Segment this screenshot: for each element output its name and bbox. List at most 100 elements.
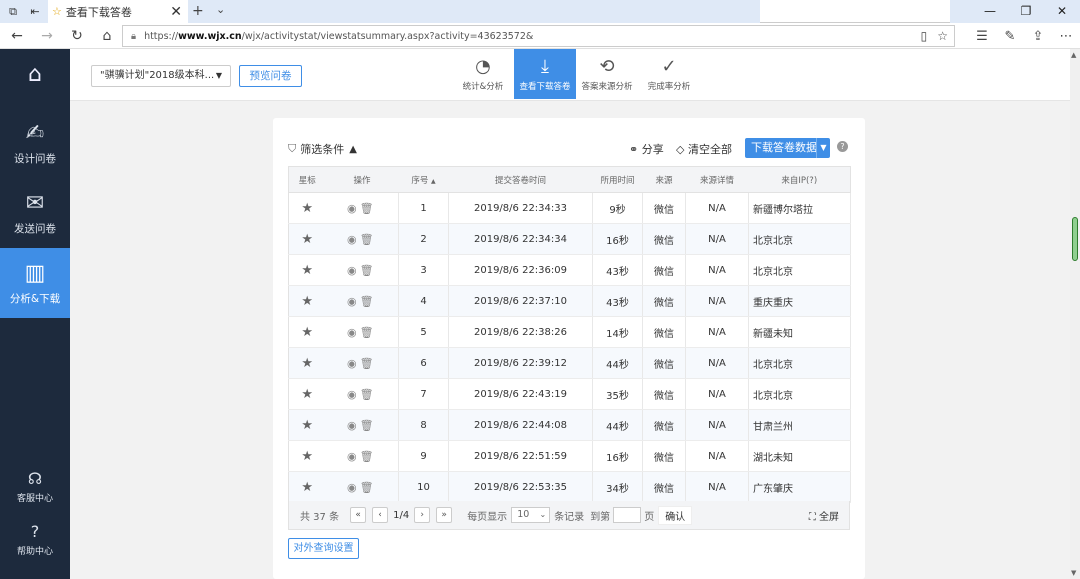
cell-duration: 16秒 (592, 223, 643, 255)
maximize-icon[interactable]: ❐ (1008, 0, 1044, 23)
star-icon[interactable]: ★ (288, 347, 326, 379)
back-icon[interactable]: ← (4, 28, 30, 44)
view-icon[interactable]: ◉ (347, 326, 360, 339)
notes-icon[interactable]: ✎ (996, 29, 1024, 44)
star-icon[interactable]: ★ (288, 471, 326, 503)
question-icon[interactable]: ? (837, 141, 848, 152)
delete-icon[interactable]: 🗑︎ (360, 295, 377, 308)
reading-view-icon[interactable]: ▯ (921, 29, 928, 43)
view-icon[interactable]: ◉ (347, 450, 360, 463)
help-center-button[interactable]: ? 帮助中心 (0, 522, 70, 557)
delete-icon[interactable]: 🗑︎ (360, 419, 377, 432)
tab-view-download[interactable]: ⤓ 查看下载答卷 (514, 49, 576, 99)
view-icon[interactable]: ◉ (347, 419, 360, 432)
tab-list-chevron-icon[interactable]: ⌄ (216, 3, 225, 16)
minimize-icon[interactable]: — (972, 0, 1008, 23)
fullscreen-button[interactable]: ⛶ 全屏 (809, 508, 839, 523)
new-tab-icon[interactable]: + (192, 3, 204, 19)
view-icon[interactable]: ◉ (347, 295, 360, 308)
close-window-icon[interactable]: ✕ (1044, 0, 1080, 23)
chevron-up-icon: ▲ (349, 143, 357, 155)
delete-icon[interactable]: 🗑︎ (360, 388, 377, 401)
fullscreen-label: 全屏 (819, 512, 839, 523)
cell-source: 微信 (642, 316, 686, 348)
sidebar-item-design[interactable]: ✍ 设计问卷 (0, 108, 70, 178)
star-icon[interactable]: ★ (288, 378, 326, 410)
view-icon[interactable]: ◉ (347, 202, 360, 215)
col-header-no[interactable]: 序号 ▲ (398, 166, 449, 193)
goto-page-input[interactable] (613, 507, 642, 523)
cell-duration: 34秒 (592, 471, 643, 503)
scroll-up-icon[interactable]: ▲ (1071, 51, 1076, 59)
tab-label: 答案来源分析 (581, 82, 633, 92)
cell-source-detail: N/A (685, 440, 749, 472)
favorite-icon[interactable]: ☆ (937, 29, 948, 43)
external-query-settings-button[interactable]: 对外查询设置 (288, 538, 359, 559)
close-tab-icon[interactable]: ✕ (170, 4, 182, 20)
next-page-icon[interactable]: › (414, 507, 431, 523)
star-icon[interactable]: ★ (288, 223, 326, 255)
page-scrollbar[interactable]: ▲ ▼ (1070, 49, 1080, 579)
browser-tab[interactable]: ☆ 查看下载答卷 ✕ (48, 0, 188, 23)
delete-icon[interactable]: 🗑︎ (360, 233, 377, 246)
browser-navbar: ← → ↻ ⌂ 🔒︎ https://www.wjx.cn/wjx/activi… (0, 23, 1080, 49)
cell-ip: 北京北京 (748, 223, 851, 255)
set-aside-icon[interactable]: ⇤ (26, 3, 44, 21)
first-page-icon[interactable]: « (350, 507, 367, 523)
scrollbar-thumb[interactable] (1072, 217, 1078, 261)
scroll-down-icon[interactable]: ▼ (1071, 569, 1076, 577)
delete-icon[interactable]: 🗑︎ (360, 326, 377, 339)
row-actions: ◉🗑︎ (325, 192, 399, 224)
view-icon[interactable]: ◉ (347, 357, 360, 370)
filter-toggle[interactable]: ⛉ 筛选条件 ▲ (288, 141, 357, 157)
last-page-icon[interactable]: » (436, 507, 453, 523)
share-icon[interactable]: ⇪ (1024, 29, 1052, 44)
delete-icon[interactable]: 🗑︎ (360, 481, 377, 494)
home-button[interactable]: ⌂ (0, 49, 70, 101)
delete-icon[interactable]: 🗑︎ (360, 450, 377, 463)
home-icon[interactable]: ⌂ (94, 28, 120, 44)
delete-icon[interactable]: 🗑︎ (360, 202, 377, 215)
service-center-button[interactable]: ☊ 客服中心 (0, 469, 70, 504)
tab-source-analysis[interactable]: ⟲ 答案来源分析 (576, 49, 638, 99)
col-header-star[interactable]: 星标 (288, 166, 326, 193)
page-indicator: 1/4 (393, 509, 410, 521)
view-icon[interactable]: ◉ (347, 388, 360, 401)
sidebar-item-send[interactable]: ✉ 发送问卷 (0, 178, 70, 248)
cell-no: 10 (398, 471, 449, 503)
sidebar-item-analysis[interactable]: ▥ 分析&下载 (0, 248, 70, 318)
more-icon[interactable]: ⋯ (1052, 29, 1080, 44)
cell-time: 2019/8/6 22:39:12 (448, 347, 593, 379)
star-icon[interactable]: ★ (288, 285, 326, 317)
star-icon[interactable]: ★ (288, 316, 326, 348)
star-icon[interactable]: ★ (288, 192, 326, 224)
star-icon[interactable]: ★ (288, 409, 326, 441)
tab-actions-icon[interactable]: ⧉ (4, 3, 22, 21)
address-bar[interactable]: 🔒︎ https://www.wjx.cn/wjx/activitystat/v… (122, 25, 955, 47)
confirm-button[interactable]: 确认 (658, 505, 693, 525)
per-page-label: 每页显示 (467, 511, 508, 523)
clear-all-button[interactable]: ◇ 清空全部 (676, 141, 732, 157)
refresh-icon[interactable]: ↻ (64, 28, 90, 44)
survey-select[interactable]: "骐骥计划"2018级本科... ▼ (91, 65, 231, 87)
star-icon[interactable]: ★ (288, 440, 326, 472)
per-page-select[interactable]: 10 ⌄ (511, 507, 551, 523)
source-icon: ⟲ (599, 56, 615, 77)
delete-icon[interactable]: 🗑︎ (360, 357, 377, 370)
share-button[interactable]: ⚭ 分享 (629, 141, 664, 157)
view-icon[interactable]: ◉ (347, 264, 360, 277)
star-icon[interactable]: ★ (288, 254, 326, 286)
preview-button[interactable]: 预览问卷 (239, 65, 302, 87)
delete-icon[interactable]: 🗑︎ (360, 264, 377, 277)
download-dropdown-icon[interactable]: ▼ (816, 138, 830, 158)
view-icon[interactable]: ◉ (347, 233, 360, 246)
tab-statistics[interactable]: ◔ 统计&分析 (452, 49, 514, 99)
favorites-list-icon[interactable]: ☰ (968, 29, 996, 44)
view-icon[interactable]: ◉ (347, 481, 360, 494)
tab-completion-rate[interactable]: ✓ 完成率分析 (638, 49, 700, 99)
table-row: ★ ◉🗑︎ 7 2019/8/6 22:43:19 35秒 微信 N/A 北京北京 (288, 378, 851, 410)
forward-icon[interactable]: → (34, 28, 60, 44)
answers-card: ⛉ 筛选条件 ▲ ⚭ 分享 ◇ 清空全部 下载答卷数据 ▼ ? 星标 操作 序号… (273, 118, 865, 579)
prev-page-icon[interactable]: ‹ (372, 507, 389, 523)
download-data-button[interactable]: 下载答卷数据 ▼ (745, 138, 830, 158)
